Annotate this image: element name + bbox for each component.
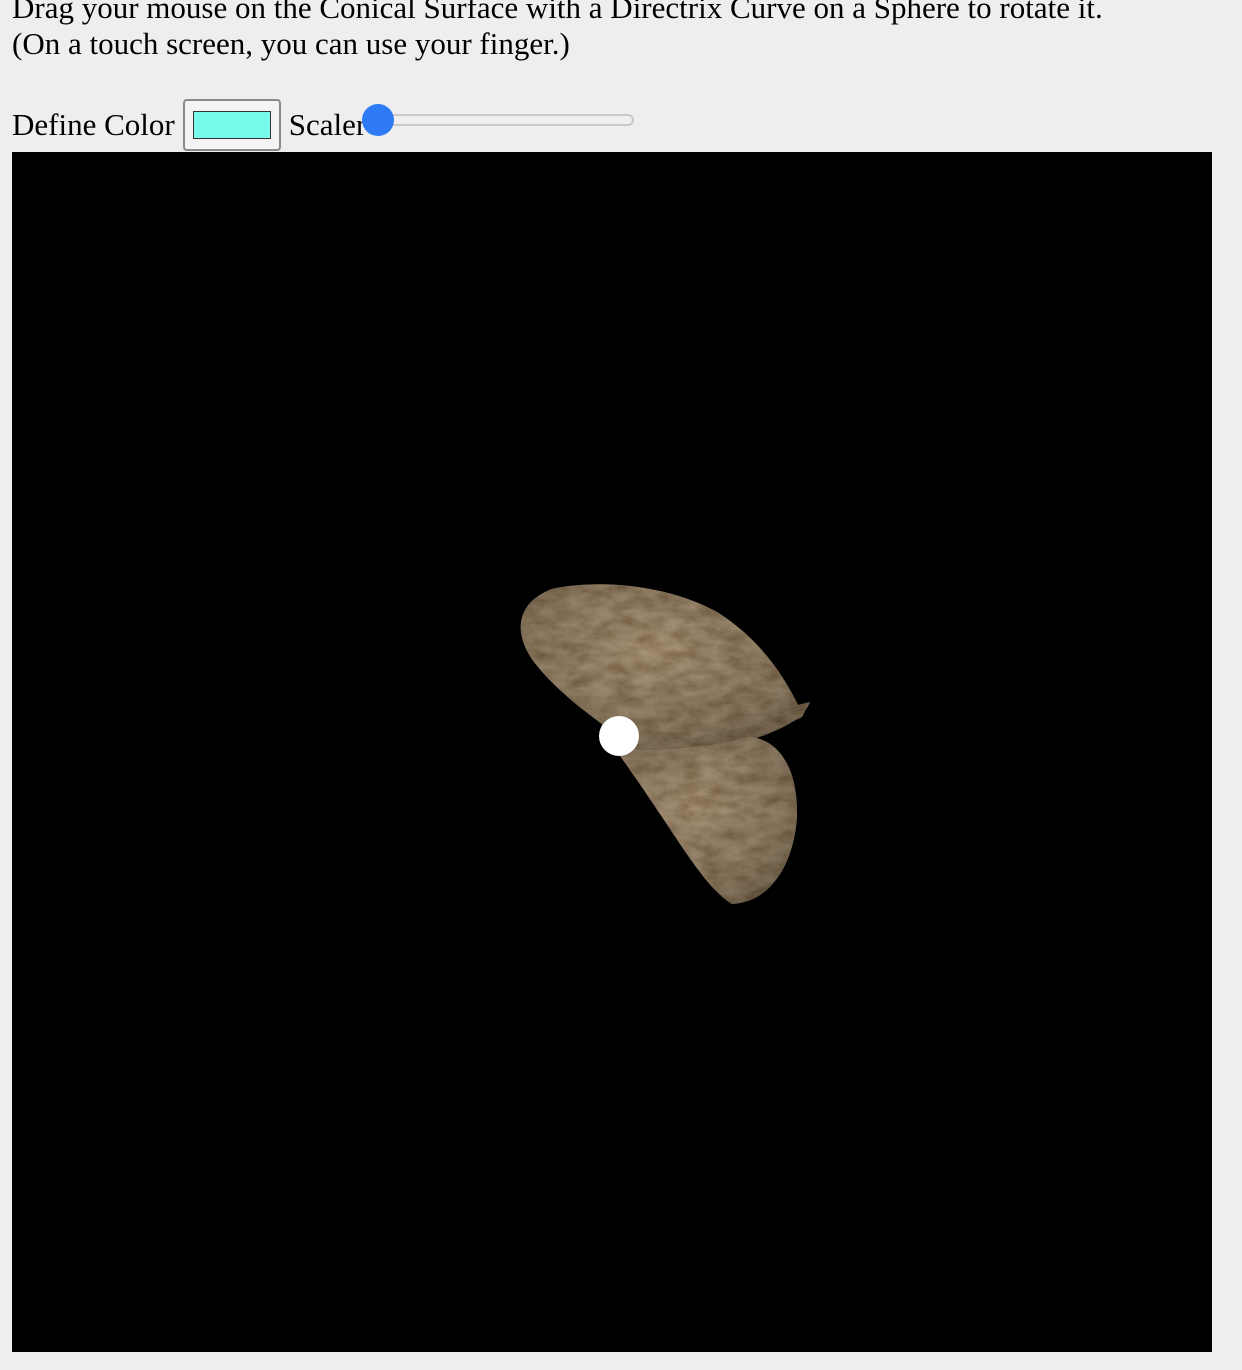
scaler-slider-track [378, 114, 635, 126]
instructions-line-2: (On a touch screen, you can use your fin… [12, 26, 570, 61]
instructions-line-1: Drag your mouse on the Conical Surface w… [12, 0, 1103, 25]
scaler-label: Scaler [288, 107, 367, 142]
color-swatch [192, 111, 271, 139]
scaler-slider-thumb[interactable] [362, 104, 395, 136]
cone-surface-lower [617, 737, 798, 904]
define-color-label: Define Color [12, 107, 175, 142]
instructions: Drag your mouse on the Conical Surface w… [12, 0, 1103, 62]
controls-bar: Define Color Scaler [12, 98, 635, 152]
scaler-slider[interactable] [362, 104, 635, 136]
conical-surface-render [520, 584, 810, 904]
vertex-sphere [599, 716, 639, 756]
color-picker[interactable] [182, 99, 281, 151]
3d-viewport[interactable] [12, 152, 1212, 1352]
